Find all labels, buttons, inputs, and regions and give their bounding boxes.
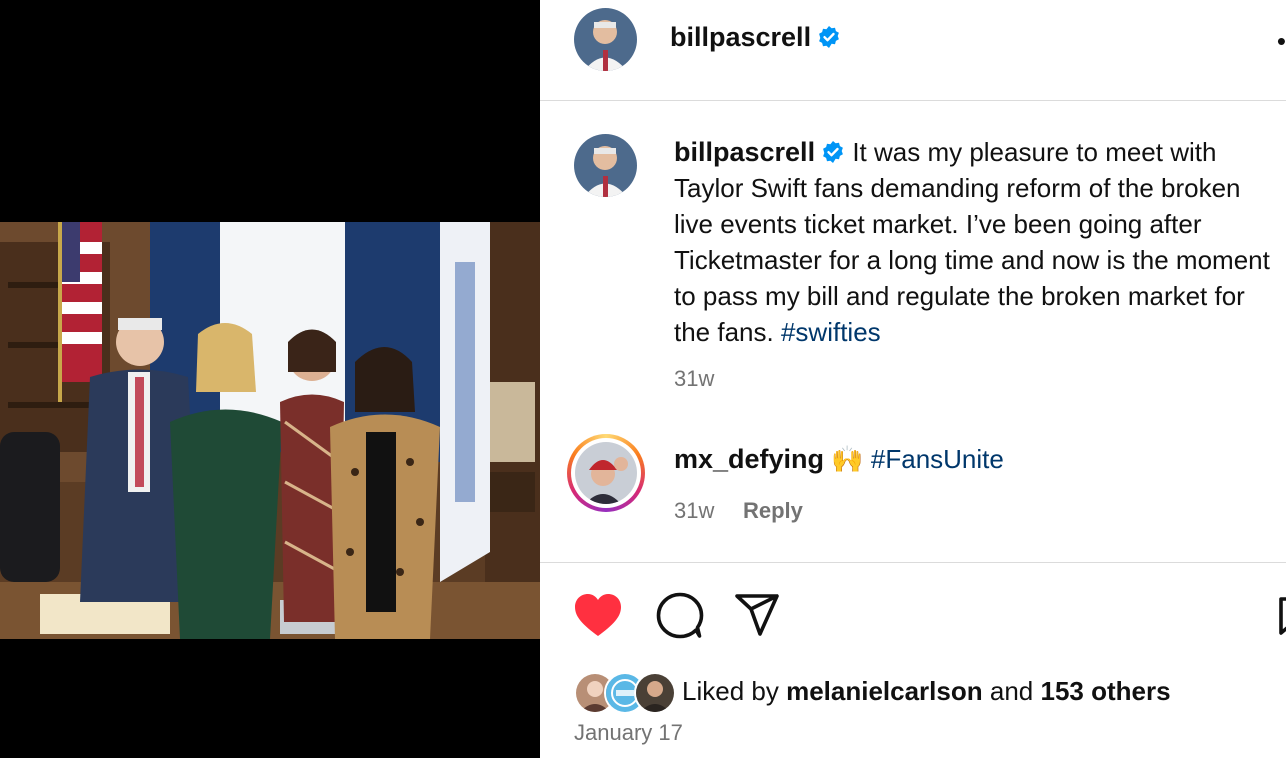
post-details-panel: billpascrell • billpascrell It was my pl… — [540, 0, 1286, 758]
comment-reply-label[interactable]: Reply — [743, 498, 803, 523]
share-button[interactable] — [733, 592, 783, 640]
likes-and: and — [989, 676, 1034, 706]
caption-verified-badge-icon — [821, 137, 845, 163]
comment-hashtag-link[interactable]: #FansUnite — [871, 444, 1004, 474]
comment-body: mx_defying 🙌 #FansUnite — [674, 444, 1004, 475]
likes-text: Liked by melanielcarlson and 153 others — [682, 676, 1171, 707]
comment-reply-button[interactable]: Reply — [743, 498, 803, 524]
author-avatar-image — [574, 8, 637, 71]
caption-avatar-image — [574, 134, 637, 197]
commenter-avatar-story-ring[interactable] — [567, 434, 645, 512]
author-avatar[interactable] — [574, 8, 637, 71]
verified-badge-icon — [817, 25, 841, 49]
caption-hashtag-link[interactable]: #swifties — [781, 317, 881, 347]
more-options-icon[interactable]: • — [1277, 28, 1286, 54]
post-photo[interactable] — [0, 222, 540, 639]
post-media-pane — [0, 0, 540, 758]
post-header: billpascrell • — [540, 0, 1286, 101]
comment-emoji: 🙌 — [831, 444, 864, 474]
commenter-avatar-image — [575, 442, 637, 504]
commenter-username[interactable]: mx_defying — [674, 444, 824, 474]
caption-author-avatar[interactable] — [574, 134, 637, 197]
author-username[interactable]: billpascrell — [670, 22, 811, 52]
comment-button[interactable] — [655, 592, 705, 640]
heart-filled-icon — [575, 594, 621, 636]
caption-timestamp[interactable]: 31w — [674, 366, 714, 392]
liker-avatars[interactable] — [574, 672, 676, 714]
bookmark-icon — [1279, 597, 1286, 635]
comment-bubble-icon — [656, 592, 704, 639]
caption-username[interactable]: billpascrell — [674, 137, 815, 167]
paper-plane-icon — [735, 594, 779, 636]
save-button[interactable] — [1278, 596, 1286, 636]
commenter-avatar — [575, 442, 637, 504]
likes-prefix: Liked by — [682, 676, 779, 706]
likes-others-link[interactable]: 153 others — [1040, 676, 1170, 706]
office-group-photo — [0, 222, 540, 639]
comment-timestamp[interactable]: 31w — [674, 498, 714, 524]
post-caption: billpascrell It was my pleasure to meet … — [674, 134, 1286, 350]
liker-avatar — [634, 672, 676, 714]
actions-divider — [540, 562, 1286, 563]
likes-summary: Liked by melanielcarlson and 153 others — [574, 672, 1274, 714]
like-button[interactable] — [573, 592, 623, 640]
caption-text: It was my pleasure to meet with Taylor S… — [674, 137, 1270, 347]
post-date[interactable]: January 17 — [574, 720, 683, 746]
likes-username-link[interactable]: melanielcarlson — [786, 676, 983, 706]
